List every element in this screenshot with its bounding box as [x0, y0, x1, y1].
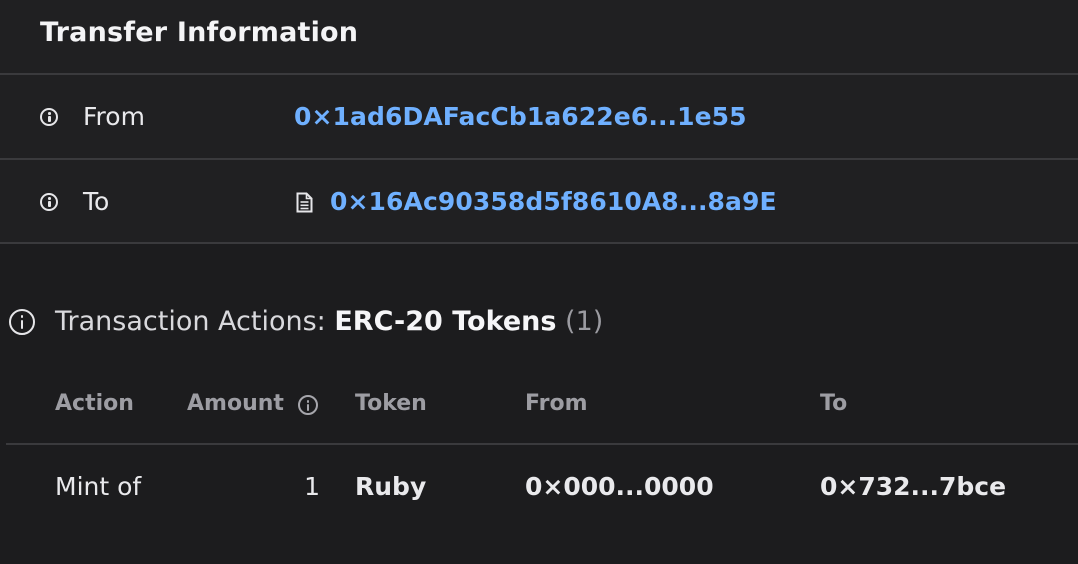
document-icon [296, 192, 313, 213]
info-circle-icon[interactable] [40, 108, 58, 126]
transaction-actions-heading: Transaction Actions: ERC-20 Tokens (1) [55, 304, 603, 340]
column-header-action: Action [55, 391, 134, 416]
from-address-link[interactable]: 0×1ad6DAFacCb1a622e6...1e55 [294, 101, 747, 133]
from-label: From [83, 102, 145, 131]
to-address-link[interactable]: 0×16Ac90358d5f8610A8...8a9E [330, 186, 777, 218]
info-circle-icon[interactable] [298, 395, 318, 415]
table-cell-amount: 1 [304, 472, 320, 501]
divider [0, 158, 1078, 160]
info-circle-icon[interactable] [40, 193, 58, 211]
token-link[interactable]: Ruby [355, 471, 426, 503]
column-header-to: To [820, 391, 848, 416]
token-standard-label: ERC-20 Tokens [334, 306, 557, 337]
divider [6, 443, 1078, 445]
column-header-amount: Amount [187, 391, 284, 416]
transfer-information-title: Transfer Information [40, 17, 359, 48]
table-cell-action: Mint of [55, 472, 142, 501]
divider [0, 242, 1078, 244]
to-label: To [83, 187, 110, 216]
divider [0, 73, 1078, 75]
transaction-actions-label: Transaction Actions: [55, 306, 326, 337]
action-from-address-link[interactable]: 0×000...0000 [525, 471, 714, 503]
column-header-token: Token [355, 391, 427, 416]
column-header-from: From [525, 391, 588, 416]
action-count: (1) [565, 306, 604, 337]
action-to-address-link[interactable]: 0×732...7bce [820, 471, 1006, 503]
info-circle-icon[interactable] [9, 309, 35, 335]
